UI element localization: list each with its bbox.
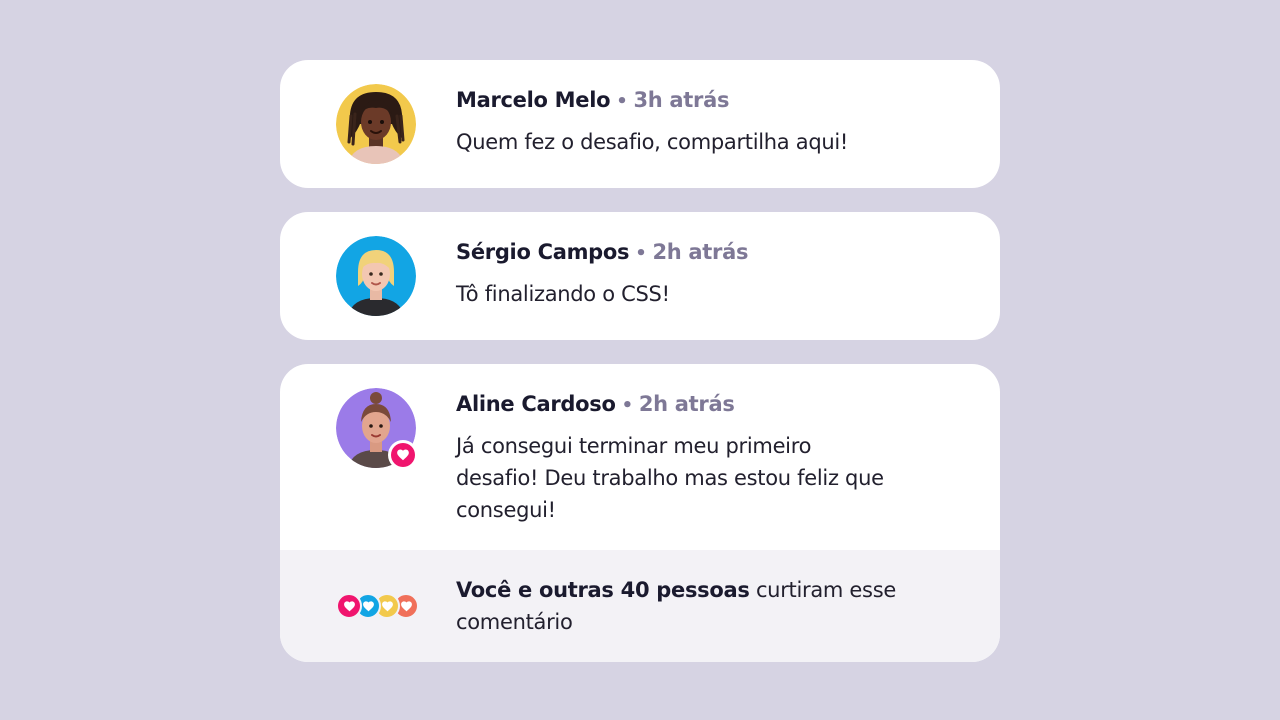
comment-content: Marcelo Melo • 3h atrás Quem fez o desafio… xyxy=(456,84,944,158)
likes-text: Você e outras 40 pessoas curtiram esse c… xyxy=(456,574,896,638)
comment-card: Marcelo Melo • 3h atrás Quem fez o desafio… xyxy=(280,60,1000,188)
comment-meta: Marcelo Melo • 3h atrás xyxy=(456,84,944,118)
comment-text: Já consegui terminar meu primeiro desafi… xyxy=(456,430,944,526)
timestamp: 3h atrás xyxy=(633,88,730,112)
comment-text: Tô finalizando o CSS! xyxy=(456,282,670,306)
comment-card: Sérgio Campos • 2h atrás Tô finalizando o … xyxy=(280,212,1000,340)
avatar-sergio-icon xyxy=(336,236,416,316)
timestamp: 2h atrás xyxy=(652,240,749,264)
author-name[interactable]: Marcelo Melo xyxy=(456,88,611,112)
avatar[interactable] xyxy=(336,84,416,164)
avatar-marcelo-icon xyxy=(336,84,416,164)
comment-text-line: Já consegui terminar meu primeiro xyxy=(456,434,812,458)
separator-dot: • xyxy=(616,91,628,112)
comment-content: Sérgio Campos • 2h atrás Tô finalizando o … xyxy=(456,236,944,310)
timestamp: 2h atrás xyxy=(638,392,735,416)
likes-summary[interactable]: Você e outras 40 pessoas curtiram esse c… xyxy=(280,550,1000,662)
reaction-stack xyxy=(336,593,419,619)
comment-card: Aline Cardoso • 2h atrás Já consegui termi… xyxy=(280,364,1000,662)
comment-row: Marcelo Melo • 3h atrás Quem fez o desafio… xyxy=(280,60,1000,188)
comment-text-line: consegui! xyxy=(456,498,556,522)
comment-text: Quem fez o desafio, compartilha aqui! xyxy=(456,130,849,154)
separator-dot: • xyxy=(621,395,634,416)
avatar[interactable] xyxy=(336,388,418,470)
comment-meta: Aline Cardoso • 2h atrás xyxy=(456,388,944,422)
comment-meta: Sérgio Campos • 2h atrás xyxy=(456,236,944,270)
likes-rest: curtiram esse xyxy=(749,578,896,602)
liked-badge xyxy=(388,440,418,470)
comment-row: Sérgio Campos • 2h atrás Tô finalizando o … xyxy=(280,212,1000,340)
author-name[interactable]: Aline Cardoso xyxy=(456,392,616,416)
comment-content: Aline Cardoso • 2h atrás Já consegui termi… xyxy=(456,388,944,526)
author-name[interactable]: Sérgio Campos xyxy=(456,240,630,264)
likes-line2: comentário xyxy=(456,610,573,634)
heart-icon xyxy=(336,593,362,619)
heart-icon xyxy=(391,443,415,467)
avatar[interactable] xyxy=(336,236,416,316)
comment-text-line: desafio! Deu trabalho mas estou feliz qu… xyxy=(456,466,884,490)
comment-row: Aline Cardoso • 2h atrás Já consegui termi… xyxy=(280,364,1000,550)
separator-dot: • xyxy=(635,243,647,264)
comment-feed: Marcelo Melo • 3h atrás Quem fez o desafio… xyxy=(280,60,1000,662)
likes-bold: Você e outras 40 pessoas xyxy=(456,578,750,602)
